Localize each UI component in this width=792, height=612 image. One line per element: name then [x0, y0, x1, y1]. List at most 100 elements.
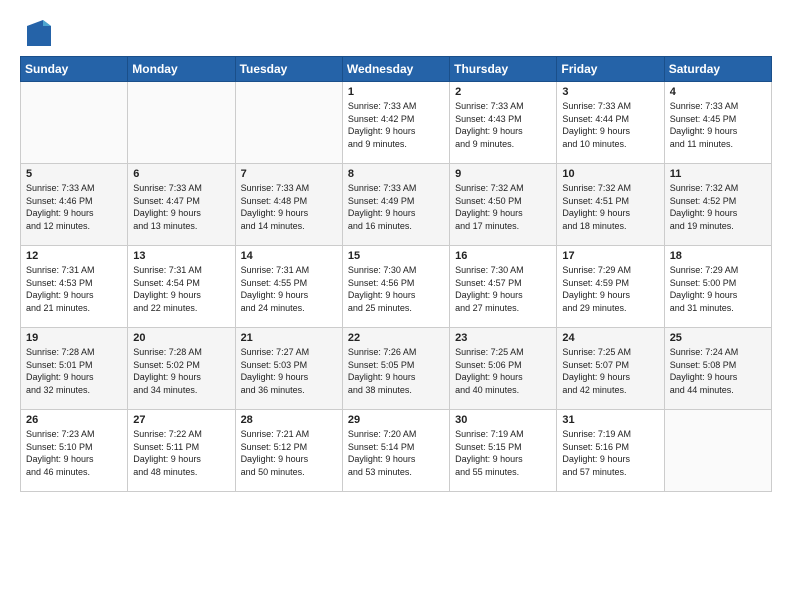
day-cell: 19 Sunrise: 7:28 AM Sunset: 5:01 PM Dayli… — [21, 328, 128, 410]
day-cell: 17 Sunrise: 7:29 AM Sunset: 4:59 PM Dayli… — [557, 246, 664, 328]
col-header-friday: Friday — [557, 57, 664, 82]
day-info: Sunrise: 7:20 AM Sunset: 5:14 PM Dayligh… — [348, 428, 444, 478]
day-cell: 31 Sunrise: 7:19 AM Sunset: 5:16 PM Dayli… — [557, 410, 664, 492]
col-header-tuesday: Tuesday — [235, 57, 342, 82]
day-number: 31 — [562, 414, 658, 426]
col-header-sunday: Sunday — [21, 57, 128, 82]
header — [20, 18, 772, 50]
day-info: Sunrise: 7:33 AM Sunset: 4:49 PM Dayligh… — [348, 182, 444, 232]
day-info: Sunrise: 7:27 AM Sunset: 5:03 PM Dayligh… — [241, 346, 337, 396]
day-number: 27 — [133, 414, 229, 426]
day-number: 3 — [562, 86, 658, 98]
day-cell: 22 Sunrise: 7:26 AM Sunset: 5:05 PM Dayli… — [342, 328, 449, 410]
day-info: Sunrise: 7:19 AM Sunset: 5:15 PM Dayligh… — [455, 428, 551, 478]
day-number: 16 — [455, 250, 551, 262]
day-cell: 9 Sunrise: 7:32 AM Sunset: 4:50 PM Daylig… — [450, 164, 557, 246]
day-info: Sunrise: 7:28 AM Sunset: 5:01 PM Dayligh… — [26, 346, 122, 396]
day-cell: 27 Sunrise: 7:22 AM Sunset: 5:11 PM Dayli… — [128, 410, 235, 492]
day-number: 4 — [670, 86, 766, 98]
day-cell — [128, 82, 235, 164]
day-info: Sunrise: 7:33 AM Sunset: 4:46 PM Dayligh… — [26, 182, 122, 232]
day-info: Sunrise: 7:31 AM Sunset: 4:54 PM Dayligh… — [133, 264, 229, 314]
day-cell: 13 Sunrise: 7:31 AM Sunset: 4:54 PM Dayli… — [128, 246, 235, 328]
day-info: Sunrise: 7:30 AM Sunset: 4:57 PM Dayligh… — [455, 264, 551, 314]
col-header-wednesday: Wednesday — [342, 57, 449, 82]
day-info: Sunrise: 7:33 AM Sunset: 4:45 PM Dayligh… — [670, 100, 766, 150]
day-info: Sunrise: 7:32 AM Sunset: 4:51 PM Dayligh… — [562, 182, 658, 232]
day-cell: 6 Sunrise: 7:33 AM Sunset: 4:47 PM Daylig… — [128, 164, 235, 246]
calendar-table: SundayMondayTuesdayWednesdayThursdayFrid… — [20, 56, 772, 492]
day-info: Sunrise: 7:33 AM Sunset: 4:47 PM Dayligh… — [133, 182, 229, 232]
col-header-thursday: Thursday — [450, 57, 557, 82]
day-number: 26 — [26, 414, 122, 426]
day-number: 1 — [348, 86, 444, 98]
page: SundayMondayTuesdayWednesdayThursdayFrid… — [0, 0, 792, 502]
day-number: 13 — [133, 250, 229, 262]
day-cell: 12 Sunrise: 7:31 AM Sunset: 4:53 PM Dayli… — [21, 246, 128, 328]
day-number: 18 — [670, 250, 766, 262]
day-info: Sunrise: 7:19 AM Sunset: 5:16 PM Dayligh… — [562, 428, 658, 478]
day-info: Sunrise: 7:25 AM Sunset: 5:07 PM Dayligh… — [562, 346, 658, 396]
day-cell: 7 Sunrise: 7:33 AM Sunset: 4:48 PM Daylig… — [235, 164, 342, 246]
header-row: SundayMondayTuesdayWednesdayThursdayFrid… — [21, 57, 772, 82]
day-cell: 24Sunrise: 7:25 AM Sunset: 5:07 PM Dayli… — [557, 328, 664, 410]
day-info: Sunrise: 7:31 AM Sunset: 4:55 PM Dayligh… — [241, 264, 337, 314]
day-info: Sunrise: 7:23 AM Sunset: 5:10 PM Dayligh… — [26, 428, 122, 478]
day-number: 10 — [562, 168, 658, 180]
day-cell: 15Sunrise: 7:30 AM Sunset: 4:56 PM Dayli… — [342, 246, 449, 328]
day-cell: 2Sunrise: 7:33 AM Sunset: 4:43 PM Daylig… — [450, 82, 557, 164]
day-info: Sunrise: 7:25 AM Sunset: 5:06 PM Dayligh… — [455, 346, 551, 396]
day-cell: 26 Sunrise: 7:23 AM Sunset: 5:10 PM Dayli… — [21, 410, 128, 492]
day-info: Sunrise: 7:29 AM Sunset: 5:00 PM Dayligh… — [670, 264, 766, 314]
day-number: 29 — [348, 414, 444, 426]
day-number: 12 — [26, 250, 122, 262]
day-cell: 23 Sunrise: 7:25 AM Sunset: 5:06 PM Dayli… — [450, 328, 557, 410]
week-row-3: 12 Sunrise: 7:31 AM Sunset: 4:53 PM Dayli… — [21, 246, 772, 328]
day-cell: 10 Sunrise: 7:32 AM Sunset: 4:51 PM Dayli… — [557, 164, 664, 246]
day-info: Sunrise: 7:32 AM Sunset: 4:52 PM Dayligh… — [670, 182, 766, 232]
logo-icon — [23, 18, 51, 50]
week-row-4: 19 Sunrise: 7:28 AM Sunset: 5:01 PM Dayli… — [21, 328, 772, 410]
day-cell: 29 Sunrise: 7:20 AM Sunset: 5:14 PM Dayli… — [342, 410, 449, 492]
day-cell — [664, 410, 771, 492]
day-number: 8 — [348, 168, 444, 180]
day-info: Sunrise: 7:22 AM Sunset: 5:11 PM Dayligh… — [133, 428, 229, 478]
day-cell: 5Sunrise: 7:33 AM Sunset: 4:46 PM Daylig… — [21, 164, 128, 246]
day-number: 9 — [455, 168, 551, 180]
week-row-5: 26 Sunrise: 7:23 AM Sunset: 5:10 PM Dayli… — [21, 410, 772, 492]
day-cell: 21 Sunrise: 7:27 AM Sunset: 5:03 PM Dayli… — [235, 328, 342, 410]
week-row-1: 1 Sunrise: 7:33 AM Sunset: 4:42 PM Daylig… — [21, 82, 772, 164]
day-number: 14 — [241, 250, 337, 262]
day-number: 19 — [26, 332, 122, 344]
day-cell: 8 Sunrise: 7:33 AM Sunset: 4:49 PM Daylig… — [342, 164, 449, 246]
day-cell: 3Sunrise: 7:33 AM Sunset: 4:44 PM Daylig… — [557, 82, 664, 164]
day-cell: 16 Sunrise: 7:30 AM Sunset: 4:57 PM Dayli… — [450, 246, 557, 328]
day-cell: 18 Sunrise: 7:29 AM Sunset: 5:00 PM Dayli… — [664, 246, 771, 328]
day-number: 22 — [348, 332, 444, 344]
day-info: Sunrise: 7:33 AM Sunset: 4:42 PM Dayligh… — [348, 100, 444, 150]
day-info: Sunrise: 7:32 AM Sunset: 4:50 PM Dayligh… — [455, 182, 551, 232]
day-cell: 14 Sunrise: 7:31 AM Sunset: 4:55 PM Dayli… — [235, 246, 342, 328]
day-info: Sunrise: 7:26 AM Sunset: 5:05 PM Dayligh… — [348, 346, 444, 396]
day-number: 7 — [241, 168, 337, 180]
day-cell: 4 Sunrise: 7:33 AM Sunset: 4:45 PM Daylig… — [664, 82, 771, 164]
day-cell: 25Sunrise: 7:24 AM Sunset: 5:08 PM Dayli… — [664, 328, 771, 410]
day-info: Sunrise: 7:29 AM Sunset: 4:59 PM Dayligh… — [562, 264, 658, 314]
logo — [20, 18, 51, 50]
day-number: 11 — [670, 168, 766, 180]
day-number: 21 — [241, 332, 337, 344]
day-info: Sunrise: 7:33 AM Sunset: 4:48 PM Dayligh… — [241, 182, 337, 232]
day-number: 30 — [455, 414, 551, 426]
day-number: 6 — [133, 168, 229, 180]
day-info: Sunrise: 7:24 AM Sunset: 5:08 PM Dayligh… — [670, 346, 766, 396]
day-number: 28 — [241, 414, 337, 426]
day-cell — [235, 82, 342, 164]
week-row-2: 5Sunrise: 7:33 AM Sunset: 4:46 PM Daylig… — [21, 164, 772, 246]
day-info: Sunrise: 7:30 AM Sunset: 4:56 PM Dayligh… — [348, 264, 444, 314]
day-number: 23 — [455, 332, 551, 344]
day-number: 17 — [562, 250, 658, 262]
day-info: Sunrise: 7:31 AM Sunset: 4:53 PM Dayligh… — [26, 264, 122, 314]
col-header-monday: Monday — [128, 57, 235, 82]
day-cell: 11 Sunrise: 7:32 AM Sunset: 4:52 PM Dayli… — [664, 164, 771, 246]
day-cell — [21, 82, 128, 164]
